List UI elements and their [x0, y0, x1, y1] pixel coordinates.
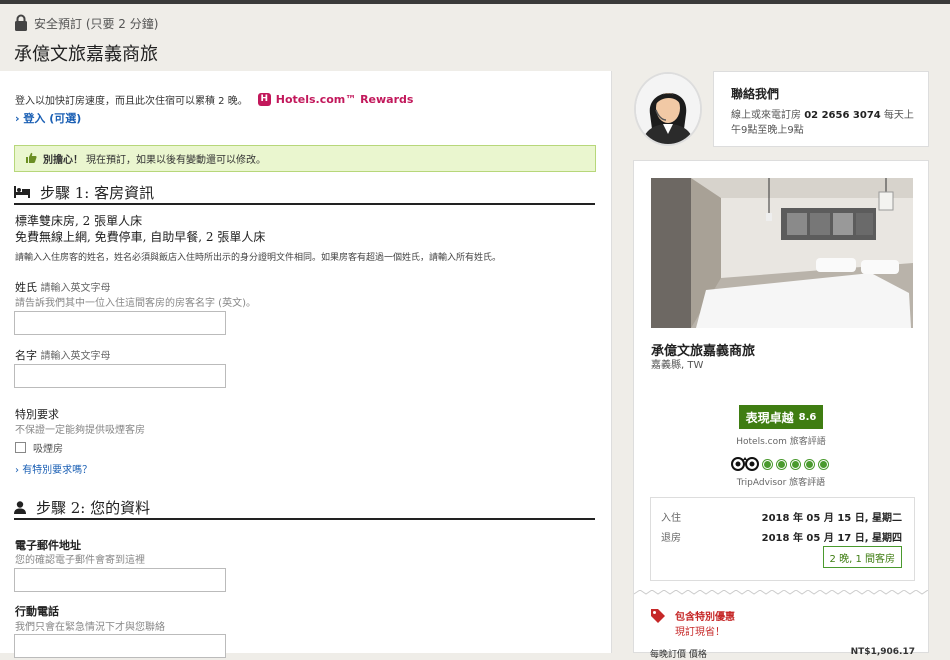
notice-bold: 別擔心！ [43, 155, 83, 166]
promo-block: 包含特別優惠 現訂現省！ [650, 608, 735, 638]
login-link[interactable]: › 登入 (可選) [15, 110, 81, 126]
contact-body: 線上或來電訂房 02 2656 3074 每天上午9點至晚上9點 [731, 108, 921, 138]
phone-label: 行動電話 [15, 605, 59, 618]
bed-icon [14, 186, 30, 198]
room-amenities: 免費無線上網, 免費停車, 自助早餐, 2 張單人床 [15, 230, 266, 244]
rating-score: 8.6 [798, 411, 817, 423]
thumbs-up-icon [25, 152, 37, 166]
step2-header: 步驟 2: 您的資料 [14, 496, 595, 520]
price-label: 每晚訂價 價格 [650, 650, 707, 660]
notice-text: 現在預訂，如果以後有變動還可以修改。 [86, 155, 266, 166]
room-note: 請輸入入住房客的姓名，姓名必須與飯店入住時所出示的身分證明文件相同。如果房客有超… [15, 253, 502, 263]
tripadvisor-owl-icon [731, 457, 759, 471]
smoking-label: 吸煙房 [33, 444, 63, 455]
firstname-label: 名字 請輸入英文字母 [15, 347, 111, 363]
agent-avatar [634, 72, 702, 146]
secure-booking: 安全預訂 (只要 2 分鐘) [14, 13, 158, 33]
hotels-logo-icon: H [257, 93, 271, 106]
surname-sub: 請輸入英文字母 [40, 283, 111, 294]
step1-title: 步驟 1: 客房資訊 [40, 183, 155, 202]
rewards-logo: H Hotels.com™ Rewards [257, 93, 414, 106]
chevron-right-icon: › [15, 112, 20, 125]
surname-field[interactable] [14, 311, 226, 335]
checkbox-box[interactable] [15, 442, 26, 453]
booking-summary: 承億文旅嘉義商旅 嘉義縣, TW 表現卓越 8.6 Hotels.com 旅客評… [633, 160, 929, 660]
rating-dot-5 [818, 458, 829, 470]
booking-form: 登入以加快訂房速度，而且此次住宿可以累積 2 晚。 H Hotels.com™ … [0, 71, 612, 658]
firstname-field[interactable] [14, 364, 226, 388]
room-name: 標準雙床房, 2 張單人床 [15, 214, 143, 228]
promo-title: 包含特別優惠 [675, 612, 735, 623]
firstname-sub: 請輸入英文字母 [40, 351, 111, 362]
tag-icon [651, 609, 665, 623]
price-value: NT$1,906.17 [850, 647, 915, 657]
hotel-photo [651, 178, 913, 328]
step2-title: 步驟 2: 您的資料 [36, 498, 151, 517]
rewards-line: 登入以加快訂房速度，而且此次住宿可以累積 2 晚。 H Hotels.com™ … [15, 92, 413, 107]
promo-subtitle: 現訂現省！ [675, 627, 725, 638]
price-row: 每晚訂價 價格 NT$1,906.17 [650, 647, 915, 660]
notice-banner: 別擔心！ 現在預訂，如果以後有變動還可以修改。 [14, 145, 596, 172]
rating-source: Hotels.com 旅客評語 [736, 437, 826, 447]
email-field[interactable] [14, 568, 226, 592]
surname-hint: 請告訴我們其中一位入住這間客房的房客名字 (英文)。 [15, 298, 256, 309]
lock-icon [15, 14, 27, 31]
special-label: 特別要求 [15, 408, 59, 421]
ticket-edge [634, 590, 928, 595]
rating-label: 表現卓越 [745, 410, 794, 425]
checkin-date: 2018 年 05 月 15 日, 星期二 [761, 513, 902, 524]
stay-dates: 入住 2018 年 05 月 15 日, 星期二 退房 2018 年 05 月 … [650, 497, 915, 581]
secure-text: 安全預訂 (只要 2 分鐘) [34, 16, 159, 31]
contact-prefix: 線上或來電訂房 [731, 110, 801, 121]
step1-header: 步驟 1: 客房資訊 [14, 181, 595, 205]
tripadvisor-source: TripAdvisor 旅客評語 [736, 478, 826, 488]
tripadvisor-rating [731, 457, 829, 471]
chevron-right-icon: › [15, 465, 19, 476]
top-bar [0, 0, 950, 4]
rating-dot-1 [762, 458, 773, 470]
rewards-text: 登入以加快訂房速度，而且此次住宿可以累積 2 晚。 [15, 96, 248, 107]
person-icon [14, 500, 26, 514]
nights-badge: 2 晚, 1 間客房 [822, 546, 902, 568]
special-hint: 不保證一定能夠提供吸煙客房 [15, 425, 145, 436]
rating-badge: 表現卓越 8.6 [739, 405, 823, 429]
firstname-label-text: 名字 [15, 349, 37, 362]
phone-hint: 我們只會在緊急情況下才與您聯絡 [15, 622, 165, 633]
contact-box: 聯絡我們 線上或來電訂房 02 2656 3074 每天上午9點至晚上9點 [713, 71, 929, 147]
surname-label: 姓氏 請輸入英文字母 [15, 279, 111, 295]
rewards-brand: Hotels.com™ Rewards [275, 93, 414, 106]
contact-title: 聯絡我們 [731, 87, 780, 101]
special-request-link[interactable]: › 有特別要求嗎？ [15, 461, 92, 476]
email-hint: 您的確認電子郵件會寄到這裡 [15, 555, 145, 566]
special-request-label: 有特別要求嗎？ [22, 465, 93, 476]
summary-location: 嘉義縣, TW [651, 360, 704, 371]
smoking-checkbox[interactable]: 吸煙房 [15, 440, 63, 455]
checkin-label: 入住 [661, 513, 681, 524]
checkout-label: 退房 [661, 533, 681, 544]
checkout-date: 2018 年 05 月 17 日, 星期四 [761, 533, 902, 544]
surname-label-text: 姓氏 [15, 281, 37, 294]
contact-phone[interactable]: 02 2656 3074 [804, 110, 881, 121]
login-label: 登入 (可選) [23, 112, 82, 125]
phone-field[interactable] [14, 634, 226, 658]
rating-dot-3 [790, 458, 801, 470]
rating-dot-4 [804, 458, 815, 470]
rating-dot-2 [776, 458, 787, 470]
page-title: 承億文旅嘉義商旅 [14, 44, 158, 65]
